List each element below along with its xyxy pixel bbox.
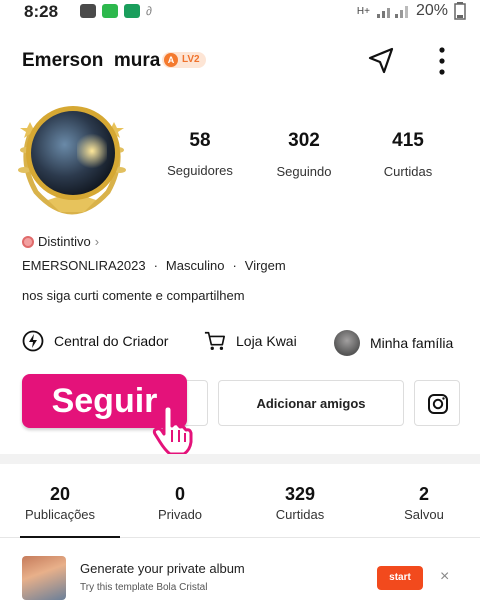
level-badge[interactable]: A LV2	[162, 52, 206, 68]
tab-label: Salvou	[404, 507, 444, 522]
likes-label[interactable]: Curtidas	[358, 164, 458, 179]
followers-count[interactable]: 58	[150, 130, 250, 152]
profile-info-line: EMERSONLIRA2023 · Masculino · Virgem	[22, 258, 286, 273]
likes-count[interactable]: 415	[358, 130, 458, 152]
status-notification-icons: ∂	[80, 4, 162, 18]
kwai-shop-link[interactable]: Loja Kwai	[204, 330, 297, 352]
tab-count: 329	[284, 484, 316, 504]
instagram-button[interactable]	[414, 380, 460, 426]
following-label[interactable]: Seguindo	[254, 164, 354, 179]
instagram-icon	[428, 394, 448, 414]
link-notification-icon: ∂	[146, 4, 152, 18]
lightning-circle-icon	[22, 330, 44, 352]
tab-count: 20	[49, 484, 71, 504]
badge-link[interactable]: Distintivo ›	[22, 234, 99, 249]
section-divider	[0, 454, 480, 464]
level-icon: A	[164, 53, 178, 67]
promo-title: Generate your private album	[80, 561, 245, 576]
tab-publications[interactable]: 20 Publicações	[0, 484, 120, 522]
creator-center-link[interactable]: Central do Criador	[22, 330, 168, 352]
chevron-right-icon: ›	[94, 234, 100, 249]
close-icon[interactable]: ×	[440, 568, 449, 586]
separator: ·	[232, 258, 237, 273]
tab-saved[interactable]: 2 Salvou	[364, 484, 480, 522]
tab-label: Privado	[157, 507, 203, 522]
separator: ·	[153, 258, 158, 273]
app-notification-icon	[102, 4, 118, 18]
badge-icon	[22, 235, 34, 248]
promo-subtitle: Try this template Bola Cristal	[80, 582, 208, 593]
share-icon[interactable]	[364, 44, 398, 78]
level-label: LV2	[182, 54, 200, 65]
profile-gender: Masculino	[165, 258, 225, 273]
creator-center-label: Central do Criador	[54, 333, 169, 349]
avatar[interactable]	[14, 100, 130, 216]
more-options-icon[interactable]	[432, 44, 452, 78]
avatar-photo	[26, 106, 120, 200]
tab-likes[interactable]: 329 Curtidas	[240, 484, 360, 522]
network-type: H+	[356, 5, 370, 17]
my-family-label: Minha família	[370, 335, 454, 351]
avatar-light	[77, 131, 107, 171]
battery-icon	[454, 2, 466, 20]
status-right: H+ 20%	[357, 2, 466, 20]
add-friends-button[interactable]: Adicionar amigos	[218, 380, 404, 426]
profile-handle: EMERSONLIRA2023	[22, 258, 146, 273]
badge-link-label: Distintivo	[38, 234, 91, 249]
following-count[interactable]: 302	[254, 130, 354, 152]
status-time: 8:28	[24, 2, 59, 21]
profile-bio: nos siga curti comente e compartilhem	[22, 288, 245, 303]
tab-count: 2	[418, 484, 429, 504]
signal-icon	[376, 6, 408, 18]
tab-label: Publicações	[24, 507, 96, 522]
cart-icon	[204, 331, 225, 350]
hand-pointer-icon	[152, 404, 193, 456]
active-tab-indicator	[20, 536, 120, 538]
promo-thumbnail[interactable]	[22, 556, 66, 600]
tab-count: 0	[174, 484, 185, 504]
my-family-link[interactable]: Minha família	[334, 330, 453, 356]
promo-start-button[interactable]: start	[377, 566, 423, 590]
followers-label[interactable]: Seguidores	[150, 163, 250, 178]
family-avatar-icon	[334, 330, 360, 356]
battery-percent: 20%	[415, 2, 448, 19]
kwai-shop-label: Loja Kwai	[236, 333, 297, 349]
tab-private[interactable]: 0 Privado	[120, 484, 240, 522]
tab-label: Curtidas	[275, 507, 325, 522]
runner-notification-icon	[124, 4, 140, 18]
profile-sign: Virgem	[244, 258, 286, 273]
profile-screen: 8:28 ∂ H+ 20% Emerson mura A LV2 58 Segu…	[0, 0, 480, 600]
gallery-notification-icon	[80, 4, 96, 18]
profile-name: Emerson mura	[22, 50, 161, 71]
